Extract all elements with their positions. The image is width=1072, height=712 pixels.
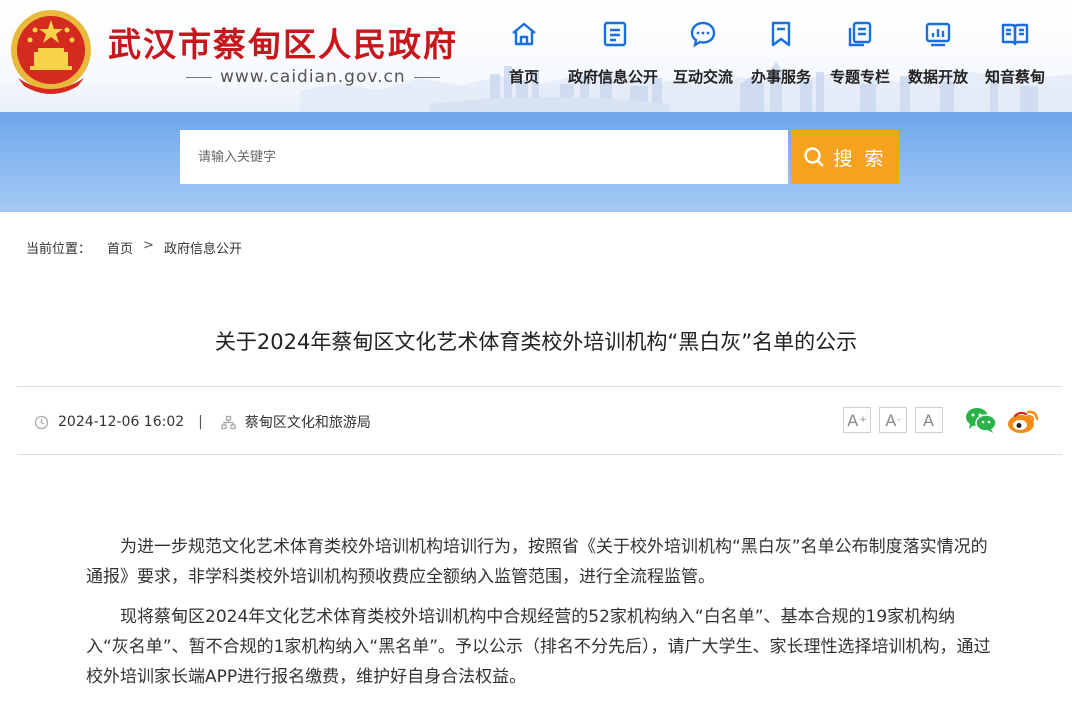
nav-label: 数据开放 [907, 68, 968, 86]
font-button-glyph: A [923, 410, 934, 430]
share-buttons [964, 405, 1048, 435]
nav-topics[interactable]: 专题专栏 [826, 14, 894, 94]
font-decrease-button[interactable]: A- [879, 407, 907, 433]
nav-zhiyin-caidian[interactable]: 知音蔡甸 [981, 14, 1049, 94]
breadcrumb-label: 当前位置： [26, 242, 92, 257]
national-emblem-logo [11, 10, 91, 94]
site-header: 武汉市蔡甸区人民政府 www.caidian.gov.cn 首页 政府信息公开 … [0, 0, 1072, 112]
font-button-mark: - [897, 415, 901, 425]
article-meta: 2024-12-06 16:02 | 蔡甸区文化和旅游局 [34, 412, 371, 432]
article-title: 关于2024年蔡甸区文化艺术体育类校外培训机构“黑白灰”名单的公示 [214, 330, 858, 354]
nav-home[interactable]: 首页 [500, 14, 548, 94]
bookmark-icon [771, 21, 791, 47]
article-source: 蔡甸区文化和旅游局 [244, 415, 371, 431]
search-button[interactable]: 搜 索 [791, 130, 899, 184]
nav-services[interactable]: 办事服务 [747, 14, 815, 94]
nav-gov-info[interactable]: 政府信息公开 [563, 14, 663, 94]
breadcrumb-home-link[interactable]: 首页 [107, 238, 133, 257]
nav-open-data[interactable]: 数据开放 [904, 14, 972, 94]
article-paragraph: 为进一步规范文化艺术体育类校外培训机构培训行为，按照省《关于校外培训机构“黑白灰… [86, 537, 988, 587]
breadcrumb: 当前位置： 首页 > 政府信息公开 [26, 238, 242, 257]
site-url: www.caidian.gov.cn [178, 67, 448, 87]
font-button-glyph: A [885, 410, 897, 430]
divider [17, 454, 1062, 455]
font-size-controls: A + A- A [843, 407, 951, 433]
breadcrumb-gov-info-link[interactable]: 政府信息公开 [164, 238, 242, 257]
chat-bubble-icon [690, 21, 716, 48]
nav-label: 首页 [508, 68, 539, 86]
weibo-icon[interactable] [1006, 405, 1040, 435]
nav-label: 知音蔡甸 [984, 68, 1045, 86]
copy-pages-icon [848, 21, 872, 47]
main-nav: 首页 政府信息公开 互动交流 办事服务 专题专栏 数据开放 知音蔡甸 [500, 14, 1049, 94]
search-input[interactable] [180, 130, 788, 184]
nav-label: 办事服务 [750, 68, 811, 86]
nav-label: 专题专栏 [829, 68, 890, 86]
meta-separator: | [198, 414, 203, 430]
organization-icon [221, 415, 236, 429]
nav-interaction[interactable]: 互动交流 [669, 14, 737, 94]
home-icon [512, 22, 536, 46]
search-banner: 搜 索 [0, 112, 1072, 212]
article-paragraph: 现将蔡甸区2024年文化艺术体育类校外培训机构中合规经营的52家机构纳入“白名单… [86, 607, 991, 687]
document-list-icon [603, 21, 627, 47]
nav-label: 互动交流 [672, 68, 733, 86]
site-title: 武汉市蔡甸区人民政府 [108, 25, 458, 64]
search-icon [804, 147, 825, 167]
divider [17, 386, 1062, 387]
font-button-glyph: A [847, 410, 859, 430]
font-increase-button[interactable]: A + [843, 407, 871, 433]
publish-date: 2024-12-06 16:02 [58, 414, 185, 430]
wechat-icon[interactable] [964, 405, 998, 435]
nav-label: 政府信息公开 [567, 68, 658, 86]
search-button-label: 搜 索 [833, 147, 887, 170]
article-body: 为进一步规范文化艺术体育类校外培训机构培训行为，按照省《关于校外培训机构“黑白灰… [86, 532, 996, 702]
bar-chart-icon [925, 22, 951, 47]
clock-icon [34, 415, 49, 429]
open-book-icon [1001, 23, 1029, 46]
font-button-mark: + [859, 415, 867, 425]
font-reset-button[interactable]: A [915, 407, 943, 433]
breadcrumb-separator: > [143, 238, 154, 253]
